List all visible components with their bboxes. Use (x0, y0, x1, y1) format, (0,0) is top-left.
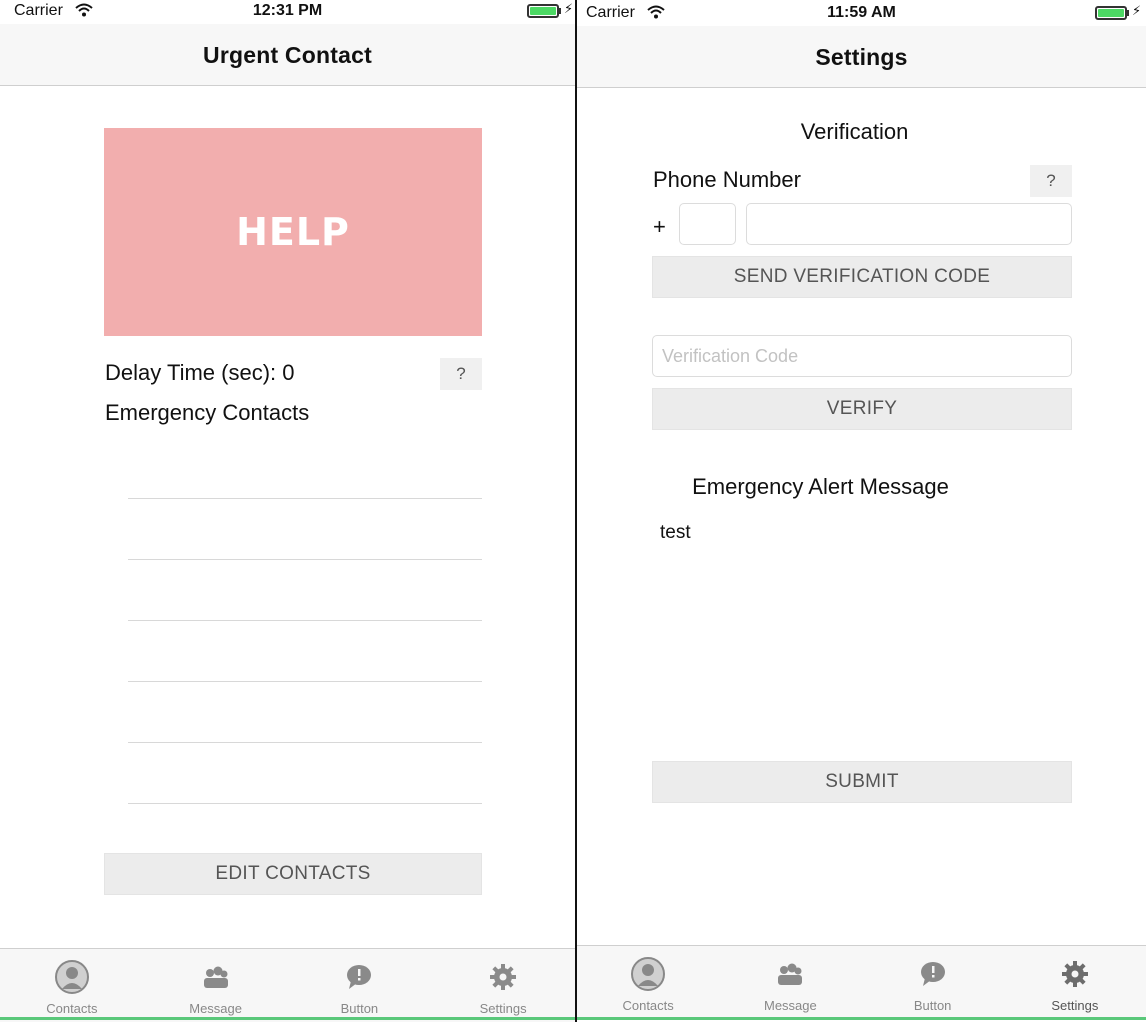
bottom-accent-line (0, 1017, 575, 1020)
contacts-icon (631, 957, 666, 991)
button-icon (920, 962, 945, 986)
status-bar: Carrier 11:59 AM ⚡ (577, 0, 1146, 24)
battery-icon (1095, 6, 1127, 20)
page-title: Settings (815, 44, 908, 70)
send-verification-code-button[interactable]: SEND VERIFICATION CODE (652, 256, 1072, 298)
nav-bar: Settings (577, 26, 1146, 88)
list-item[interactable] (128, 681, 482, 682)
charging-icon: ⚡ (1132, 3, 1142, 18)
tab-contacts[interactable]: Contacts (0, 949, 144, 1022)
nav-bar: Urgent Contact (0, 24, 575, 86)
phone-help-button[interactable]: ? (1030, 165, 1072, 197)
page-title: Urgent Contact (203, 42, 372, 68)
tab-button-label: Button (913, 998, 952, 1013)
list-item[interactable] (128, 498, 482, 499)
alert-message-title: Emergency Alert Message (692, 474, 949, 499)
list-item[interactable] (128, 620, 482, 621)
tab-button[interactable]: Button (862, 946, 1004, 1019)
tab-contacts-label: Contacts (622, 998, 674, 1013)
delay-time-label: Delay Time (sec): 0 (105, 360, 295, 385)
message-icon (778, 963, 803, 985)
tab-button[interactable]: Button (288, 949, 432, 1022)
verify-button[interactable]: VERIFY (652, 388, 1072, 430)
plus-sign: + (653, 214, 666, 239)
tab-bar: Contacts Message Button Settings (0, 948, 575, 1022)
contacts-icon (54, 960, 89, 994)
help-button[interactable]: HELP (104, 128, 482, 336)
tab-message[interactable]: Message (719, 946, 861, 1019)
settings-icon (1061, 961, 1088, 987)
tab-contacts-label: Contacts (46, 1001, 98, 1016)
submit-button[interactable]: SUBMIT (652, 761, 1072, 803)
status-time: 11:59 AM (827, 4, 896, 21)
settings-screen: Carrier 11:59 AM ⚡ Settings Verification… (577, 0, 1146, 1022)
settings-icon (490, 964, 517, 990)
tab-message-label: Message (764, 998, 817, 1013)
tab-contacts[interactable]: Contacts (577, 946, 719, 1019)
tab-bar: Contacts Message Button Settings (577, 945, 1146, 1019)
bottom-accent-line (577, 1017, 1146, 1020)
edit-contacts-button[interactable]: EDIT CONTACTS (104, 853, 482, 895)
list-item[interactable] (128, 803, 482, 804)
tab-settings-label: Settings (1051, 998, 1099, 1013)
tab-button-label: Button (340, 1001, 379, 1016)
message-icon (203, 966, 228, 988)
verification-code-placeholder: Verification Code (662, 345, 799, 366)
verification-title: Verification (800, 119, 909, 144)
list-item[interactable] (128, 559, 482, 560)
battery-icon (527, 4, 559, 18)
tab-settings[interactable]: Settings (1004, 946, 1146, 1019)
status-bar: Carrier 12:31 PM ⚡ (0, 0, 575, 24)
phone-number-label: Phone Number (653, 167, 801, 192)
tab-settings[interactable]: Settings (431, 949, 575, 1022)
tab-settings-label: Settings (479, 1001, 527, 1016)
button-icon (347, 965, 372, 989)
status-time: 12:31 PM (252, 2, 323, 19)
list-item[interactable] (128, 742, 482, 743)
charging-icon: ⚡ (564, 1, 574, 16)
verification-code-input[interactable]: Verification Code (652, 335, 1072, 377)
phone-number-input[interactable] (746, 203, 1072, 245)
country-code-input[interactable] (679, 203, 736, 245)
urgent-contact-screen: Carrier 12:31 PM ⚡ Urgent Contact HELP D… (0, 0, 575, 1022)
help-button-label: HELP (236, 210, 350, 254)
alert-message-textarea[interactable]: test (660, 522, 691, 544)
emergency-contacts-heading: Emergency Contacts (105, 400, 310, 425)
tab-message[interactable]: Message (144, 949, 288, 1022)
delay-help-button[interactable]: ? (440, 358, 482, 390)
tab-message-label: Message (189, 1001, 242, 1016)
